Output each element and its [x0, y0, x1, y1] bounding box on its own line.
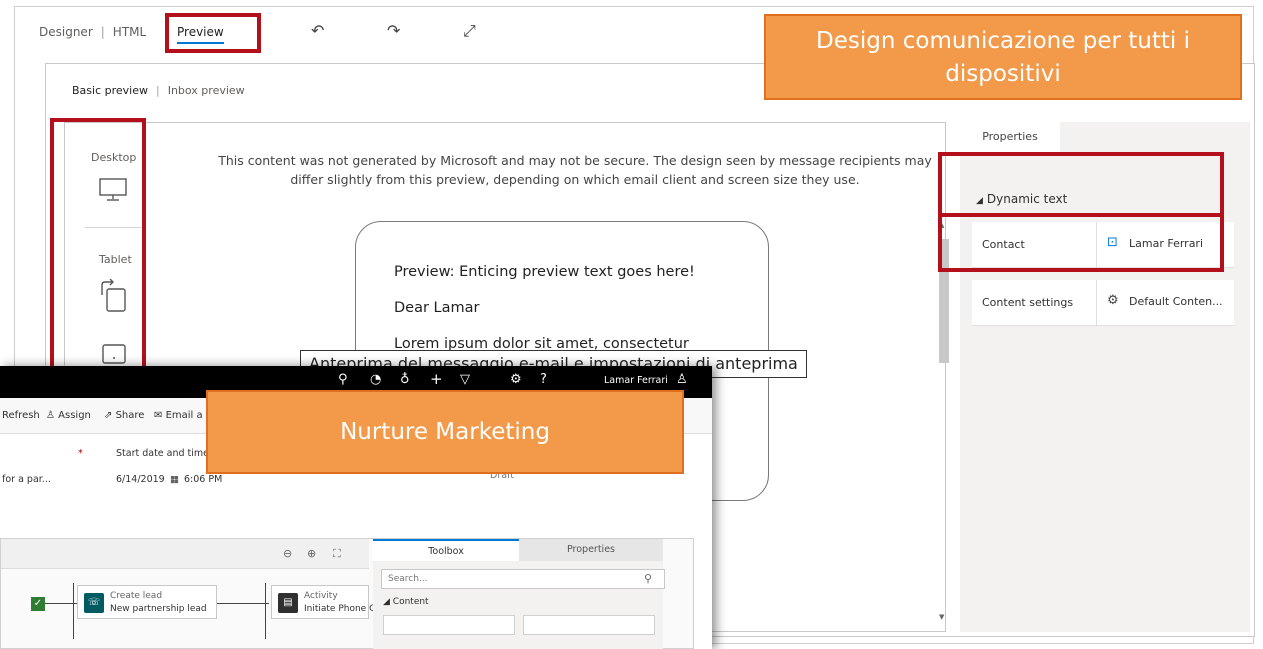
tab-html[interactable]: HTML: [113, 25, 146, 39]
settings-gear-icon[interactable]: ⚙: [510, 372, 522, 387]
activity-clipboard-icon: ▤: [278, 593, 298, 613]
filter-icon[interactable]: ▽: [460, 372, 470, 387]
highlight-device-selector: [50, 118, 146, 372]
tile-create-lead[interactable]: ☏ Create lead New partnership lead: [77, 585, 217, 619]
tab-separator: |: [100, 25, 105, 39]
tile-name: Initiate Phone C: [304, 604, 376, 614]
assign-command[interactable]: ♙ Assign: [46, 410, 91, 421]
email-link-command[interactable]: ✉ Email a: [154, 410, 203, 421]
start-date-label: Start date and time: [116, 448, 210, 459]
task-icon[interactable]: ◔: [370, 372, 381, 387]
collapse-triangle-icon: ◢: [383, 597, 393, 607]
tile-kind: Activity: [304, 591, 338, 601]
content-section-label: Content: [392, 597, 429, 607]
toolbox-item[interactable]: [383, 615, 515, 635]
content-settings-icon: ⚙: [1107, 293, 1119, 308]
design-callout: Design comunicazione per tutti i disposi…: [764, 14, 1242, 100]
tab-properties[interactable]: Properties: [960, 122, 1060, 152]
email-preview-text: Preview: Enticing preview text goes here…: [394, 264, 695, 280]
preview-sub-tabs: Basic preview | Inbox preview: [72, 84, 245, 97]
check-icon: ✓: [31, 597, 45, 611]
tile-activity[interactable]: ▤ Activity Initiate Phone C: [271, 585, 375, 619]
zoom-in-icon[interactable]: ⊕: [307, 547, 316, 560]
email-label: Email a: [165, 410, 203, 421]
user-avatar-icon[interactable]: ♙: [676, 372, 688, 387]
tab-inbox-preview[interactable]: Inbox preview: [168, 84, 245, 97]
tab-toolbox[interactable]: Toolbox: [373, 539, 519, 561]
user-name[interactable]: Lamar Ferrari: [604, 375, 668, 386]
content-settings-value-text: Default Conten...: [1129, 295, 1223, 308]
security-notice: This content was not generated by Micros…: [218, 153, 932, 187]
toolbox-item[interactable]: [523, 615, 655, 635]
zoom-out-icon[interactable]: ⊖: [283, 547, 292, 560]
journey-name-value[interactable]: for a par...: [2, 474, 51, 485]
share-icon: ⇗: [104, 410, 116, 421]
search-icon[interactable]: ⚲: [338, 372, 348, 387]
email-icon: ✉: [154, 410, 166, 421]
redo-icon[interactable]: ↷: [387, 21, 400, 40]
designer-top-tabs: Designer | HTML: [39, 25, 146, 39]
tile-kind: Create lead: [110, 591, 163, 601]
expand-icon[interactable]: ⤢: [463, 21, 476, 41]
connector-line: [265, 583, 266, 639]
canvas-toolbar: ⊖ ⊕ ⛶: [1, 539, 369, 569]
fit-screen-icon[interactable]: ⛶: [333, 547, 341, 561]
required-asterisk: *: [78, 448, 83, 459]
highlight-dynamic-text: [938, 152, 1224, 272]
toolbox-search-input[interactable]: Search... ⚲: [381, 569, 665, 589]
tab-toolbox-properties[interactable]: Properties: [519, 539, 663, 561]
toolbox-pane: Toolbox Properties Search... ⚲ ◢ Content: [373, 539, 665, 649]
highlight-preview-tab: [165, 13, 261, 53]
add-icon[interactable]: +: [430, 370, 443, 388]
assign-icon: ♙: [46, 410, 59, 421]
tile-name: New partnership lead: [110, 604, 207, 614]
toolbox-search-icon: ⚲: [644, 572, 653, 585]
start-time-value[interactable]: 6:06 PM: [184, 474, 222, 485]
tab-separator: |: [155, 84, 160, 97]
help-icon[interactable]: ?: [540, 372, 547, 387]
content-settings-label: Content settings: [982, 296, 1074, 309]
scroll-down-icon[interactable]: ▼: [939, 613, 944, 621]
preview-scrollbar[interactable]: ▲ ▼: [937, 221, 949, 627]
journey-canvas-panel: ⊖ ⊕ ⛶ ✓ ☏ Create lead New partnership le…: [0, 538, 694, 649]
tab-basic-preview[interactable]: Basic preview: [72, 84, 148, 97]
prop-row-content-settings: Content settings ⚙ Default Conten...: [972, 280, 1234, 326]
lead-phone-icon: ☏: [84, 593, 104, 613]
email-greeting: Dear Lamar: [394, 300, 480, 316]
undo-icon[interactable]: ↶: [311, 21, 324, 40]
share-command[interactable]: ⇗ Share: [104, 410, 144, 421]
search-placeholder: Search...: [388, 574, 428, 584]
refresh-command[interactable]: Refresh: [2, 410, 40, 421]
content-settings-value[interactable]: ⚙ Default Conten...: [1096, 280, 1234, 326]
lightbulb-icon[interactable]: ♁: [400, 372, 410, 387]
share-label: Share: [115, 410, 145, 421]
tab-designer[interactable]: Designer: [39, 25, 93, 39]
content-section[interactable]: ◢ Content: [383, 597, 429, 607]
highlight-divider: [940, 213, 1222, 217]
connector-line: [217, 603, 269, 604]
connector-line: [73, 583, 74, 639]
nurture-callout: Nurture Marketing: [206, 390, 684, 474]
start-date-value[interactable]: 6/14/2019: [116, 474, 165, 485]
assign-label: Assign: [58, 410, 91, 421]
calendar-icon[interactable]: ▦: [170, 474, 179, 485]
